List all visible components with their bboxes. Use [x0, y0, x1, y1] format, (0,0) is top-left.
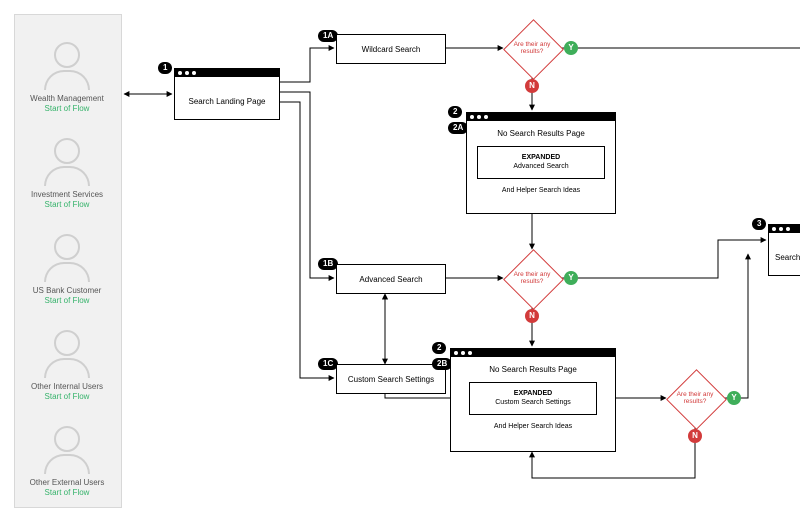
pill-y: Y: [564, 271, 578, 285]
persona-name: Wealth Management: [14, 94, 120, 104]
expanded-label: EXPANDED: [514, 390, 552, 397]
persona-wealth: Wealth Management Start of Flow: [14, 42, 120, 113]
step-badge-3: 3: [752, 218, 766, 230]
box-custom: Custom Search Settings: [336, 364, 446, 394]
box-advanced: Advanced Search: [336, 264, 446, 294]
expanded-label: EXPANDED: [522, 154, 560, 161]
step-badge-2: 2: [448, 106, 462, 118]
win-title: Search Landing Page: [189, 97, 266, 106]
decision-2: Are their any results?: [503, 249, 561, 307]
persona-name: Other External Users: [14, 478, 120, 488]
helper-text: And Helper Search Ideas: [494, 423, 572, 430]
expanded-text: Custom Search Settings: [495, 399, 570, 406]
win-title: Search: [775, 253, 800, 262]
persona-link[interactable]: Start of Flow: [14, 104, 120, 113]
pill-y: Y: [727, 391, 741, 405]
win-search-landing: Search Landing Page: [174, 68, 280, 120]
pill-n: N: [525, 309, 539, 323]
win-results: Search: [768, 224, 800, 276]
expanded-box: EXPANDED Advanced Search: [477, 146, 605, 179]
pill-y: Y: [564, 41, 578, 55]
persona-link[interactable]: Start of Flow: [14, 296, 120, 305]
decision-text: Are their any results?: [666, 369, 724, 427]
helper-text: And Helper Search Ideas: [502, 187, 580, 194]
persona-name: Other Internal Users: [14, 382, 120, 392]
panel-title: No Search Results Page: [497, 129, 585, 138]
persona-external: Other External Users Start of Flow: [14, 426, 120, 497]
step-badge-1: 1: [158, 62, 172, 74]
panel-title: No Search Results Page: [489, 365, 577, 374]
win-no-results-a: No Search Results Page EXPANDED Advanced…: [466, 112, 616, 214]
persona-usbank: US Bank Customer Start of Flow: [14, 234, 120, 305]
persona-link[interactable]: Start of Flow: [14, 488, 120, 497]
step-badge-2: 2: [432, 342, 446, 354]
persona-investment: Investment Services Start of Flow: [14, 138, 120, 209]
expanded-box: EXPANDED Custom Search Settings: [469, 382, 597, 415]
win-no-results-b: No Search Results Page EXPANDED Custom S…: [450, 348, 616, 452]
persona-internal: Other Internal Users Start of Flow: [14, 330, 120, 401]
decision-text: Are their any results?: [503, 249, 561, 307]
decision-text: Are their any results?: [503, 19, 561, 77]
box-wildcard: Wildcard Search: [336, 34, 446, 64]
pill-n: N: [525, 79, 539, 93]
persona-link[interactable]: Start of Flow: [14, 392, 120, 401]
persona-name: US Bank Customer: [14, 286, 120, 296]
persona-link[interactable]: Start of Flow: [14, 200, 120, 209]
expanded-text: Advanced Search: [513, 163, 568, 170]
decision-1: Are their any results?: [503, 19, 561, 77]
decision-3: Are their any results?: [666, 369, 724, 427]
pill-n: N: [688, 429, 702, 443]
persona-name: Investment Services: [14, 190, 120, 200]
